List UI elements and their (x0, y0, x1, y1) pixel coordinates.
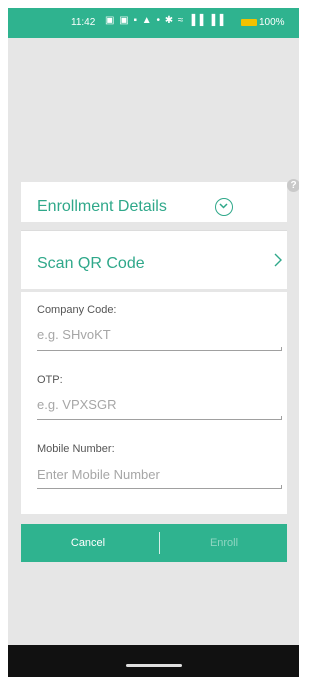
mobile-number-input[interactable] (37, 463, 281, 485)
phone-screen: 11:42 ▣ ▣ ▪ ▲ • ✱ ≈ ▐▐ ▐▐ 100% ? Enrollm… (8, 8, 299, 677)
home-indicator[interactable] (126, 664, 182, 667)
dialog-title: Enrollment Details (37, 198, 167, 215)
chevron-right-icon (274, 253, 282, 267)
enrollment-form: Company Code: OTP: Mobile Number: (21, 292, 287, 514)
status-bar: 11:42 ▣ ▣ ▪ ▲ • ✱ ≈ ▐▐ ▐▐ 100% (8, 8, 299, 38)
help-icon[interactable]: ? (287, 179, 299, 192)
dialog-button-bar: Cancel Enroll (21, 524, 287, 562)
scan-qr-code-button[interactable]: Scan QR Code (21, 231, 287, 289)
otp-underline (37, 416, 282, 420)
chevron-down-circle-icon[interactable] (215, 198, 233, 216)
battery-percent: 100% (259, 17, 285, 28)
company-code-input[interactable] (37, 323, 281, 345)
company-code-underline (37, 347, 282, 351)
button-separator (159, 532, 160, 554)
otp-input[interactable] (37, 393, 281, 415)
status-icons: ▣ ▣ ▪ ▲ • ✱ ≈ ▐▐ ▐▐ (105, 15, 225, 26)
company-code-label: Company Code: (37, 304, 117, 316)
status-time: 11:42 (71, 17, 96, 28)
cancel-button[interactable]: Cancel (21, 524, 155, 562)
enroll-button[interactable]: Enroll (161, 524, 287, 562)
mobile-number-label: Mobile Number: (37, 443, 115, 455)
scan-qr-label: Scan QR Code (37, 255, 145, 272)
battery-icon (241, 19, 257, 26)
otp-label: OTP: (37, 374, 63, 386)
navigation-bar (8, 645, 299, 677)
mobile-number-underline (37, 485, 282, 489)
enrollment-details-header[interactable]: Enrollment Details (21, 182, 287, 222)
